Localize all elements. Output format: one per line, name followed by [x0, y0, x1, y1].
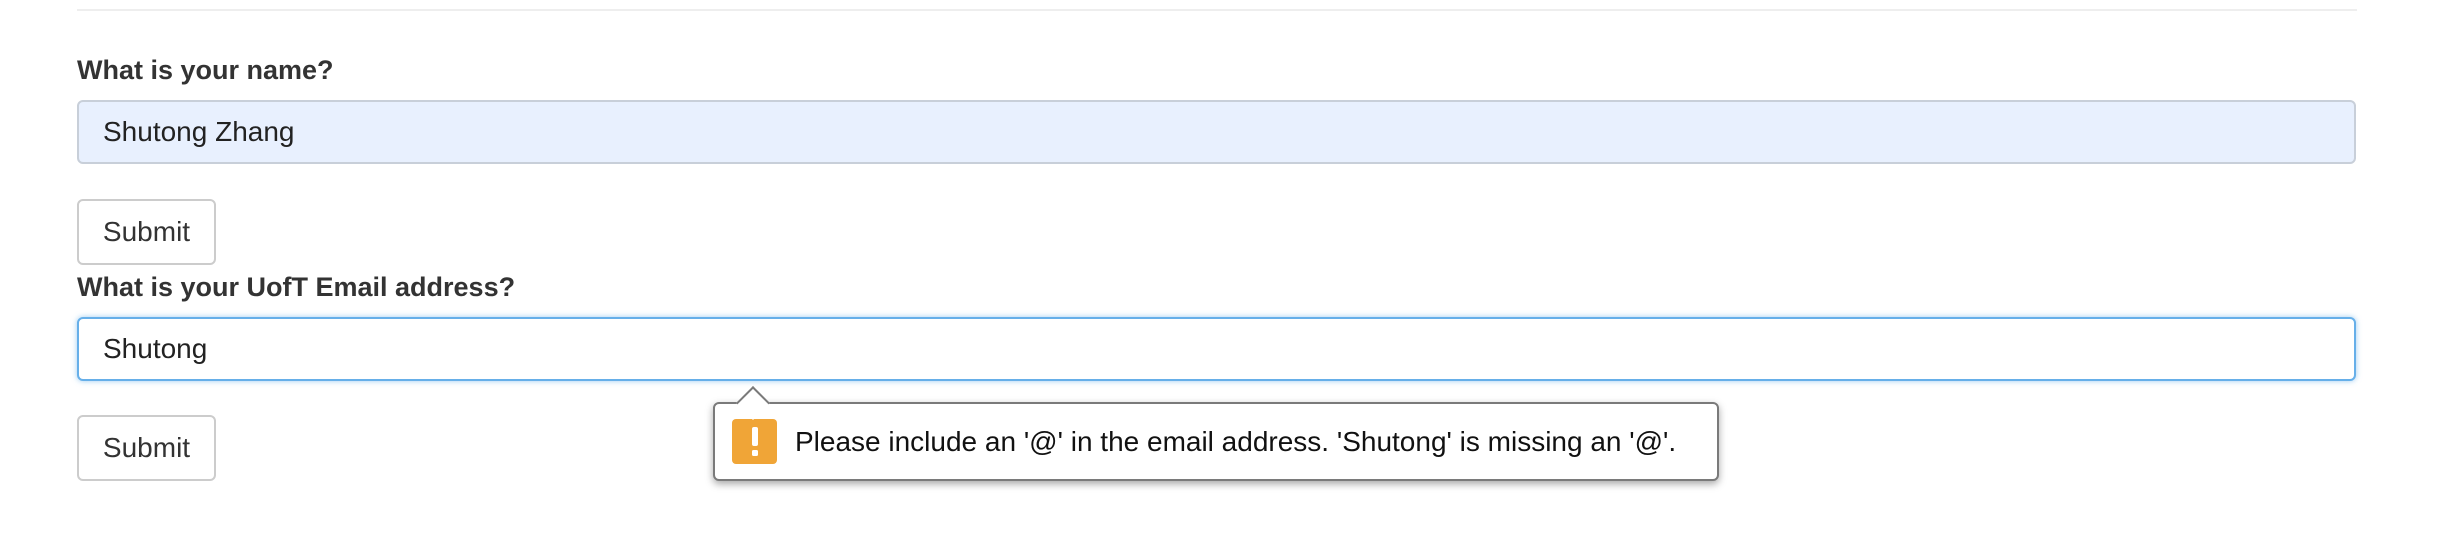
name-input[interactable]	[77, 100, 2356, 164]
email-input[interactable]	[77, 317, 2356, 381]
validation-message: Please include an '@' in the email addre…	[795, 425, 1677, 457]
name-question-label: What is your name?	[77, 55, 334, 85]
tooltip-arrow	[736, 386, 770, 420]
email-submit-button[interactable]: Submit	[77, 415, 216, 481]
name-submit-button[interactable]: Submit	[77, 199, 216, 265]
divider	[77, 9, 2357, 11]
warning-icon	[732, 419, 777, 464]
validation-tooltip: Please include an '@' in the email addre…	[713, 386, 1719, 481]
email-question-label: What is your UofT Email address?	[77, 272, 516, 302]
survey-form-page: What is your name? Submit What is your U…	[0, 0, 2438, 554]
